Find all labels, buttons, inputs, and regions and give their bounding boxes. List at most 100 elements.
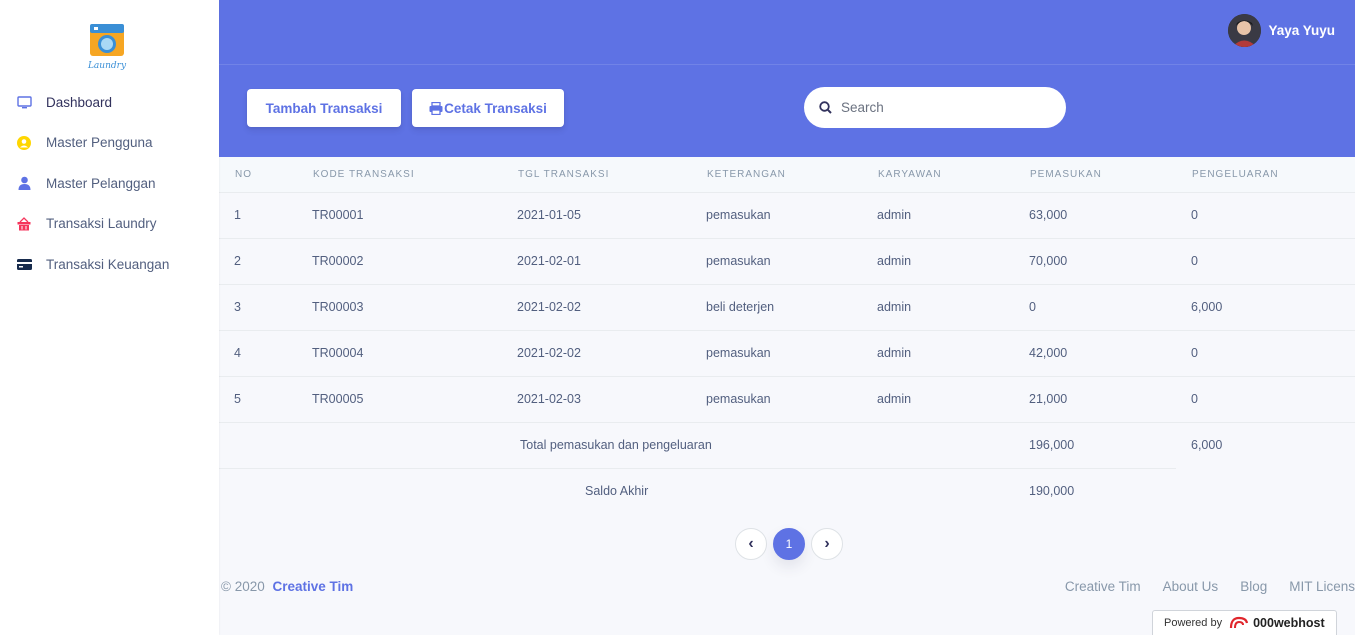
sidebar-item-transaksi-keuangan[interactable]: Transaksi Keuangan (0, 244, 219, 285)
transaction-table: NO KODE TRANSAKSI TGL TRANSAKSI KETERANG… (219, 157, 1355, 515)
total-pemasukan: 196,000 (1029, 438, 1075, 452)
cell-pengeluaran: 0 (1191, 392, 1198, 406)
total-label: Total pemasukan dan pengeluaran (520, 438, 712, 452)
cell-no: 3 (234, 300, 241, 314)
footer-copyright: © 2020 Creative Tim (221, 579, 353, 594)
next-page-button[interactable]: › (811, 528, 843, 560)
saldo-label: Saldo Akhir (585, 484, 649, 498)
user-menu[interactable]: Yaya Yuyu (1228, 14, 1335, 47)
cell-kode: TR00001 (312, 208, 364, 222)
cell-karyawan: admin (877, 300, 912, 314)
svg-text:Laundry: Laundry (87, 61, 127, 71)
cell-tgl: 2021-02-01 (517, 254, 581, 268)
powered-label: Powered by (1164, 617, 1223, 629)
webhost-logo-icon (1229, 616, 1249, 630)
sidebar-item-dashboard[interactable]: Dashboard (0, 82, 219, 123)
cell-pemasukan: 63,000 (1029, 208, 1068, 222)
table-row: 4 TR00004 2021-02-02 pemasukan admin 42,… (219, 331, 1355, 377)
printer-icon (429, 101, 443, 115)
cell-pengeluaran: 0 (1191, 208, 1198, 222)
table-row: 5 TR00005 2021-02-03 pemasukan admin 21,… (219, 377, 1355, 423)
cell-pengeluaran: 0 (1191, 346, 1198, 360)
cell-pengeluaran: 6,000 (1191, 300, 1223, 314)
cell-pengeluaran: 0 (1191, 254, 1198, 268)
cell-tgl: 2021-02-02 (517, 300, 581, 314)
cell-pemasukan: 70,000 (1029, 254, 1068, 268)
cell-karyawan: admin (877, 208, 912, 222)
sidebar-item-label: Master Pengguna (46, 135, 153, 151)
sidebar-item-label: Transaksi Keuangan (46, 256, 170, 272)
cell-karyawan: admin (877, 392, 912, 406)
cell-no: 2 (234, 254, 241, 268)
cell-tgl: 2021-02-02 (517, 346, 581, 360)
person-icon (16, 175, 32, 191)
cell-karyawan: admin (877, 254, 912, 268)
table-row: 3 TR00003 2021-02-02 beli deterjen admin… (219, 285, 1355, 331)
cell-pemasukan: 21,000 (1029, 392, 1068, 406)
header-divider (219, 64, 1355, 65)
search-icon (819, 101, 832, 114)
column-header-tgl: TGL TRANSAKSI (518, 169, 610, 180)
saldo-value: 190,000 (1029, 484, 1075, 498)
column-header-no: NO (235, 169, 252, 180)
sidebar-nav: Dashboard Master Pengguna Master Pelangg… (0, 82, 219, 285)
footer-link-blog[interactable]: Blog (1240, 579, 1267, 594)
column-header-karyawan: KARYAWAN (878, 169, 942, 180)
creative-tim-link[interactable]: Creative Tim (273, 579, 354, 594)
pagination: ‹ 1 › (735, 528, 849, 560)
column-header-keterangan: KETERANGAN (707, 169, 786, 180)
cell-tgl: 2021-01-05 (517, 208, 581, 222)
powered-by-badge[interactable]: Powered by 000webhost (1152, 610, 1337, 635)
cell-pemasukan: 42,000 (1029, 346, 1068, 360)
sidebar-item-label: Master Pelanggan (46, 175, 156, 191)
search-input[interactable] (841, 100, 1041, 115)
column-header-pemasukan: PEMASUKAN (1030, 169, 1102, 180)
table-row: 2 TR00002 2021-02-01 pemasukan admin 70,… (219, 239, 1355, 285)
cell-no: 5 (234, 392, 241, 406)
cell-keterangan: pemasukan (706, 392, 771, 406)
cell-no: 4 (234, 346, 241, 360)
cell-kode: TR00002 (312, 254, 364, 268)
sidebar-item-transaksi-laundry[interactable]: Transaksi Laundry (0, 204, 219, 245)
footer-links: Creative Tim About Us Blog MIT Licens (1043, 579, 1355, 594)
tambah-transaksi-button[interactable]: Tambah Transaksi (247, 89, 401, 127)
basket-icon (16, 216, 32, 232)
copyright-text: © 2020 (221, 579, 265, 594)
monitor-icon (16, 94, 32, 110)
tambah-transaksi-label: Tambah Transaksi (265, 100, 383, 116)
footer-link-license[interactable]: MIT Licens (1289, 579, 1355, 594)
powered-brand: 000webhost (1253, 616, 1325, 630)
chevron-left-icon: ‹ (748, 535, 754, 552)
search-box[interactable] (804, 87, 1066, 128)
user-name: Yaya Yuyu (1268, 23, 1335, 38)
avatar[interactable] (1228, 14, 1262, 47)
cell-kode: TR00005 (312, 392, 364, 406)
page-number: 1 (785, 537, 793, 551)
cetak-transaksi-label: Cetak Transaksi (444, 100, 547, 116)
sidebar-item-label: Transaksi Laundry (46, 216, 157, 232)
user-circle-icon (16, 135, 32, 151)
sidebar: Laundry Dashboard Master Pengguna Master… (0, 0, 219, 635)
cell-keterangan: beli deterjen (706, 300, 775, 314)
header: Yaya Yuyu Tambah Transaksi Cetak Transak… (219, 0, 1355, 157)
cell-keterangan: pemasukan (706, 254, 771, 268)
footer-link-creative-tim[interactable]: Creative Tim (1065, 579, 1141, 594)
cell-no: 1 (234, 208, 241, 222)
sidebar-item-master-pengguna[interactable]: Master Pengguna (0, 123, 219, 164)
table-row: 1 TR00001 2021-01-05 pemasukan admin 63,… (219, 193, 1355, 239)
laundry-logo[interactable]: Laundry (86, 20, 128, 72)
cell-keterangan: pemasukan (706, 208, 771, 222)
cell-keterangan: pemasukan (706, 346, 771, 360)
cell-tgl: 2021-02-03 (517, 392, 581, 406)
total-pengeluaran: 6,000 (1191, 438, 1223, 452)
card-icon (16, 256, 32, 272)
chevron-right-icon: › (824, 535, 830, 552)
footer-link-about-us[interactable]: About Us (1163, 579, 1219, 594)
total-row: Total pemasukan dan pengeluaran 196,000 … (219, 423, 1355, 469)
cetak-transaksi-button[interactable]: Cetak Transaksi (412, 89, 564, 127)
sidebar-item-master-pelanggan[interactable]: Master Pelanggan (0, 163, 219, 204)
saldo-row: Saldo Akhir 190,000 (219, 469, 1355, 515)
page-1-button[interactable]: 1 (773, 528, 805, 560)
column-header-kode: KODE TRANSAKSI (313, 169, 415, 180)
prev-page-button[interactable]: ‹ (735, 528, 767, 560)
